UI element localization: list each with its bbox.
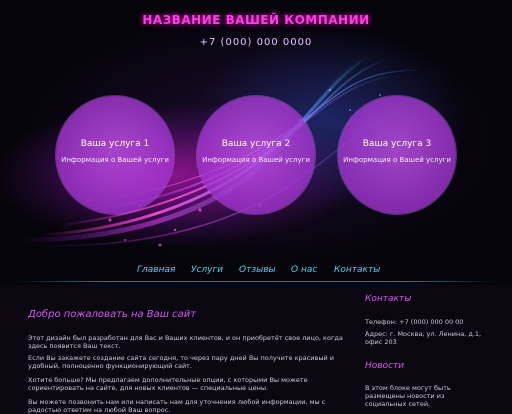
service-subtitle: Информация о Вашей услуги	[61, 156, 169, 164]
service-title: Ваша услуга 2	[221, 139, 291, 149]
nav-item-contacts[interactable]: Контакты	[334, 265, 380, 275]
service-title: Ваша услуга 1	[80, 139, 150, 149]
main-paragraph-2: Если Вы закажете создание сайта сегодня,…	[28, 354, 334, 370]
nav-item-about[interactable]: О нас	[291, 265, 317, 275]
main-paragraph-4: Вы можете позвонить нам или написать нам…	[28, 398, 326, 414]
nav-item-home[interactable]: Главная	[137, 265, 175, 275]
service-circle-1[interactable]: Ваша услуга 1 Информация о Вашей услуги	[56, 96, 174, 214]
service-title: Ваша услуга 3	[362, 139, 432, 149]
main-paragraph-3: Хотите больше? Мы предлагаем дополнитель…	[28, 376, 308, 392]
news-heading: Новости	[365, 361, 405, 371]
hero-banner: НАЗВАНИЕ ВАШЕЙ КОМПАНИИ +7 (000) 000 000…	[0, 0, 512, 285]
contacts-address: Адрес: г. Москва, ул. Ленина, д.1, офис …	[365, 330, 482, 346]
welcome-title: Добро пожаловать на Ваш сайт	[28, 309, 197, 320]
header-phone: +7 (000) 000 0000	[199, 37, 313, 48]
nav-divider	[14, 281, 498, 282]
news-text: В этом блоке могут быть размещены новост…	[365, 384, 451, 408]
company-name: НАЗВАНИЕ ВАШЕЙ КОМПАНИИ	[142, 13, 370, 27]
main-navigation: Главная Услуги Отзывы О нас Контакты	[0, 265, 512, 281]
service-circle-2[interactable]: Ваша услуга 2 Информация о Вашей услуги	[197, 96, 315, 214]
nav-item-services[interactable]: Услуги	[191, 265, 223, 275]
contacts-heading: Контакты	[365, 294, 412, 304]
main-paragraph-1: Этот дизайн был разработан для Вас и Ваш…	[28, 334, 343, 350]
service-subtitle: Информация о Вашей услуги	[202, 156, 310, 164]
nav-item-reviews[interactable]: Отзывы	[239, 265, 276, 275]
service-circle-3[interactable]: Ваша услуга 3 Информация о Вашей услуги	[338, 96, 456, 214]
contacts-phone: Телефон: +7 (000) 000 00 00	[365, 318, 464, 326]
service-subtitle: Информация о Вашей услуги	[343, 156, 451, 164]
